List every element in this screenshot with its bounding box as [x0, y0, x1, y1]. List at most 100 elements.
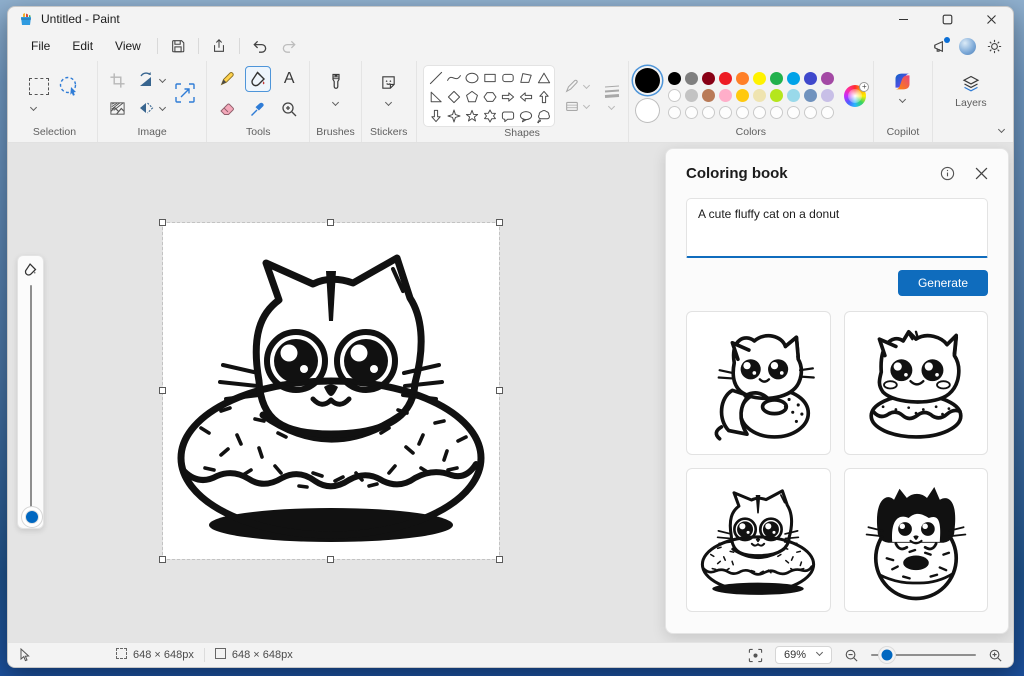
stickers-icon[interactable]	[376, 69, 402, 95]
shape-speech-rounded-icon[interactable]	[500, 108, 516, 124]
palette-color-swatch[interactable]	[702, 72, 716, 85]
copilot-chevron[interactable]	[899, 97, 906, 104]
shape-arrow-up-icon[interactable]	[536, 89, 552, 105]
shape-pentagon-icon[interactable]	[464, 89, 480, 105]
palette-empty-slot[interactable]	[719, 106, 733, 119]
result-thumbnail-2[interactable]	[843, 311, 988, 455]
selection-handle-w[interactable]	[159, 387, 166, 394]
selection-handle-nw[interactable]	[159, 219, 166, 226]
palette-color-swatch[interactable]	[821, 89, 835, 102]
shape-outline-chevron[interactable]	[583, 83, 590, 90]
brushes-icon[interactable]	[323, 69, 349, 95]
selection-handle-e[interactable]	[496, 387, 503, 394]
fill-tool-icon[interactable]	[245, 66, 272, 92]
shape-curve-icon[interactable]	[446, 70, 462, 86]
palette-empty-slot[interactable]	[770, 106, 784, 119]
rotate-icon[interactable]	[135, 67, 157, 93]
eyedropper-tool-icon[interactable]	[245, 96, 271, 122]
shape-right-triangle-icon[interactable]	[428, 89, 444, 105]
shape-speech-oval-icon[interactable]	[518, 108, 534, 124]
redo-button[interactable]	[275, 34, 305, 58]
result-thumbnail-4[interactable]	[843, 468, 988, 612]
shape-size-chevron[interactable]	[608, 104, 615, 111]
palette-color-swatch[interactable]	[719, 72, 733, 85]
palette-color-swatch[interactable]	[719, 89, 733, 102]
prompt-input[interactable]: A cute fluffy cat on a donut	[686, 198, 988, 258]
stickers-chevron[interactable]	[385, 100, 392, 107]
palette-color-swatch[interactable]	[736, 89, 750, 102]
shape-oval-icon[interactable]	[464, 70, 480, 86]
shape-diamond-icon[interactable]	[446, 89, 462, 105]
layers-icon[interactable]	[939, 71, 1003, 97]
resize-icon[interactable]	[170, 78, 200, 108]
shape-polygon-icon[interactable]	[518, 70, 534, 86]
palette-empty-slot[interactable]	[685, 106, 699, 119]
zoom-slider[interactable]	[871, 649, 976, 661]
palette-color-swatch[interactable]	[804, 89, 818, 102]
edit-colors-wheel-icon[interactable]: +	[844, 81, 870, 107]
result-thumbnail-1[interactable]	[686, 311, 831, 455]
shape-speech-cloud-icon[interactable]	[536, 108, 552, 124]
shape-rectangle-icon[interactable]	[482, 70, 498, 86]
brushes-chevron[interactable]	[332, 100, 339, 107]
flip-icon[interactable]	[135, 95, 157, 121]
selection-dropdown-chevron[interactable]	[30, 105, 37, 112]
palette-empty-slot[interactable]	[753, 106, 767, 119]
minimize-button[interactable]	[881, 7, 925, 31]
zoom-in-icon[interactable]	[988, 648, 1003, 663]
menu-view[interactable]: View	[104, 35, 152, 57]
zoom-slider-thumb[interactable]	[881, 649, 893, 661]
canvas-selection[interactable]	[159, 219, 503, 563]
maximize-button[interactable]	[925, 7, 969, 31]
palette-empty-slot[interactable]	[736, 106, 750, 119]
share-button[interactable]	[204, 34, 234, 58]
shape-lightning-icon[interactable]	[446, 127, 462, 128]
save-button[interactable]	[163, 34, 193, 58]
palette-color-swatch[interactable]	[685, 72, 699, 85]
settings-gear-icon[interactable]	[986, 38, 1003, 55]
palette-empty-slot[interactable]	[668, 106, 682, 119]
shape-star-6-icon[interactable]	[482, 108, 498, 124]
shape-star-5-icon[interactable]	[464, 108, 480, 124]
eraser-tool-icon[interactable]	[214, 96, 240, 122]
palette-color-swatch[interactable]	[770, 89, 784, 102]
fill-tolerance-thumb[interactable]	[24, 510, 39, 524]
zoom-out-icon[interactable]	[844, 648, 859, 663]
fill-tolerance-slider[interactable]	[24, 285, 39, 524]
info-icon[interactable]	[940, 166, 955, 181]
fit-to-screen-icon[interactable]	[748, 648, 763, 663]
palette-color-swatch[interactable]	[753, 72, 767, 85]
selection-handle-ne[interactable]	[496, 219, 503, 226]
ribbon-collapse-chevron[interactable]	[998, 127, 1005, 134]
selection-handle-se[interactable]	[496, 556, 503, 563]
menu-file[interactable]: File	[20, 35, 61, 57]
selection-handle-s[interactable]	[327, 556, 334, 563]
generate-button[interactable]: Generate	[897, 270, 988, 296]
palette-empty-slot[interactable]	[821, 106, 835, 119]
shape-fill-icon[interactable]	[564, 98, 580, 114]
shape-arrow-left-icon[interactable]	[518, 89, 534, 105]
flip-chevron[interactable]	[159, 105, 166, 112]
account-avatar[interactable]	[959, 37, 976, 55]
foreground-color-swatch[interactable]	[635, 68, 661, 93]
shape-star-4-icon[interactable]	[446, 108, 462, 124]
selection-handle-sw[interactable]	[159, 556, 166, 563]
shape-rounded-rectangle-icon[interactable]	[500, 70, 516, 86]
copilot-icon[interactable]	[890, 68, 916, 94]
palette-empty-slot[interactable]	[702, 106, 716, 119]
shape-arrow-down-icon[interactable]	[428, 108, 444, 124]
palette-color-swatch[interactable]	[770, 72, 784, 85]
magnifier-tool-icon[interactable]	[276, 96, 302, 122]
menu-edit[interactable]: Edit	[61, 35, 104, 57]
text-tool-icon[interactable]: A	[276, 66, 302, 92]
rotate-chevron[interactable]	[159, 77, 166, 84]
palette-color-swatch[interactable]	[668, 72, 682, 85]
close-button[interactable]	[969, 7, 1013, 31]
crop-icon[interactable]	[105, 67, 131, 93]
shape-fill-chevron[interactable]	[583, 103, 590, 110]
shape-arrow-right-icon[interactable]	[500, 89, 516, 105]
undo-button[interactable]	[245, 34, 275, 58]
selection-handle-n[interactable]	[327, 219, 334, 226]
shape-line-icon[interactable]	[428, 70, 444, 86]
palette-color-swatch[interactable]	[668, 89, 682, 102]
